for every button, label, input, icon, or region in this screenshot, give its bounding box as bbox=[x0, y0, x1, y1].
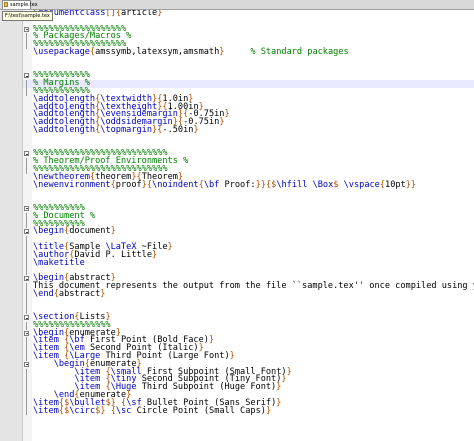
line-text: \newenvironment{proof}{\noindent{\bf Pro… bbox=[33, 179, 417, 190]
fold-toggle-icon[interactable] bbox=[24, 229, 29, 235]
fold-guide bbox=[26, 165, 27, 174]
code-line[interactable]: 29\begin{document} bbox=[23, 226, 474, 237]
fold-guide bbox=[26, 392, 27, 400]
fold-guide bbox=[26, 243, 27, 252]
fold-guide bbox=[26, 384, 27, 393]
code-editor[interactable]: 1\documentclass[]{article}23%%%%%%%%%%%%… bbox=[23, 10, 474, 441]
code-line[interactable]: 1\documentclass[]{article} bbox=[23, 10, 474, 18]
line-text: \item{$\circ$} {\sc Circle Point (Small … bbox=[33, 405, 272, 416]
code-line[interactable]: 10% Margins % bbox=[23, 79, 474, 88]
line-number-gutter bbox=[0, 10, 23, 441]
fold-guide bbox=[26, 407, 27, 416]
fold-guide bbox=[26, 376, 27, 385]
line-text: \addtolength{\topmargin}{-.50in} bbox=[33, 124, 199, 135]
fold-guide bbox=[26, 220, 27, 229]
fold-guide bbox=[26, 158, 27, 166]
fold-guide bbox=[26, 368, 27, 377]
fold-toggle-icon[interactable] bbox=[24, 205, 29, 211]
code-line[interactable]: 33\maketitle bbox=[23, 257, 474, 268]
fold-guide bbox=[26, 41, 27, 49]
fold-guide bbox=[26, 236, 27, 244]
code-line[interactable]: 6\usepackage{amssymb,latexsym,amsmath} %… bbox=[23, 46, 474, 57]
code-line[interactable]: 24 bbox=[23, 189, 474, 197]
fold-guide bbox=[26, 353, 27, 361]
fold-guide bbox=[26, 298, 27, 307]
fold-guide bbox=[26, 33, 27, 42]
line-text: \usepackage{amssymb,latexsym,amsmath} % … bbox=[33, 46, 349, 57]
fold-guide bbox=[26, 345, 27, 354]
fold-guide bbox=[26, 251, 27, 260]
fold-toggle-icon[interactable] bbox=[24, 73, 29, 79]
code-line[interactable]: 23\newenvironment{proof}{\noindent{\bf P… bbox=[23, 179, 474, 190]
fold-guide bbox=[26, 212, 27, 221]
fold-guide bbox=[26, 337, 27, 346]
fold-guide bbox=[26, 267, 27, 276]
code-line[interactable]: 37\end{abstract} bbox=[23, 288, 474, 299]
code-line[interactable]: 38 bbox=[23, 298, 474, 307]
code-line[interactable]: 52\item{$\circ$} {\sc Circle Point (Smal… bbox=[23, 405, 474, 416]
file-icon bbox=[4, 2, 8, 7]
fold-guide bbox=[26, 87, 27, 96]
fold-guide bbox=[26, 306, 27, 315]
tab-label: sample.tex bbox=[10, 2, 38, 8]
code-line[interactable]: 8 bbox=[23, 65, 474, 73]
fold-guide bbox=[26, 321, 27, 330]
fold-guide bbox=[26, 282, 27, 291]
code-line[interactable]: 32\author{David P. Little} bbox=[23, 250, 474, 260]
fold-guide bbox=[26, 80, 27, 88]
code-line[interactable]: 7 bbox=[23, 57, 474, 65]
fold-toggle-icon[interactable] bbox=[24, 361, 29, 367]
fold-toggle-icon[interactable] bbox=[24, 276, 29, 282]
fold-toggle-icon[interactable] bbox=[24, 151, 29, 157]
tab-bar: sample.tex bbox=[0, 0, 474, 10]
code-line[interactable]: 27% Document % bbox=[23, 211, 474, 221]
line-text: \end{abstract} bbox=[33, 288, 106, 299]
code-line[interactable]: 9%%%%%%%%%%% bbox=[23, 71, 474, 80]
code-line[interactable]: 16\addtolength{\topmargin}{-.50in} bbox=[23, 124, 474, 135]
line-text: \maketitle bbox=[33, 257, 85, 268]
fold-toggle-icon[interactable] bbox=[24, 26, 29, 32]
code-line[interactable]: 17 bbox=[23, 135, 474, 143]
fold-toggle-icon[interactable] bbox=[24, 315, 29, 321]
fold-guide bbox=[26, 259, 27, 268]
file-path-tooltip: F:\test\sample.tex bbox=[2, 11, 53, 21]
fold-toggle-icon[interactable] bbox=[24, 330, 29, 336]
tab-sample-tex[interactable]: sample.tex bbox=[2, 0, 38, 9]
fold-guide bbox=[26, 399, 27, 408]
line-text: \begin{document} bbox=[33, 226, 116, 237]
fold-guide bbox=[26, 290, 27, 299]
code-line[interactable]: 25 bbox=[23, 197, 474, 205]
